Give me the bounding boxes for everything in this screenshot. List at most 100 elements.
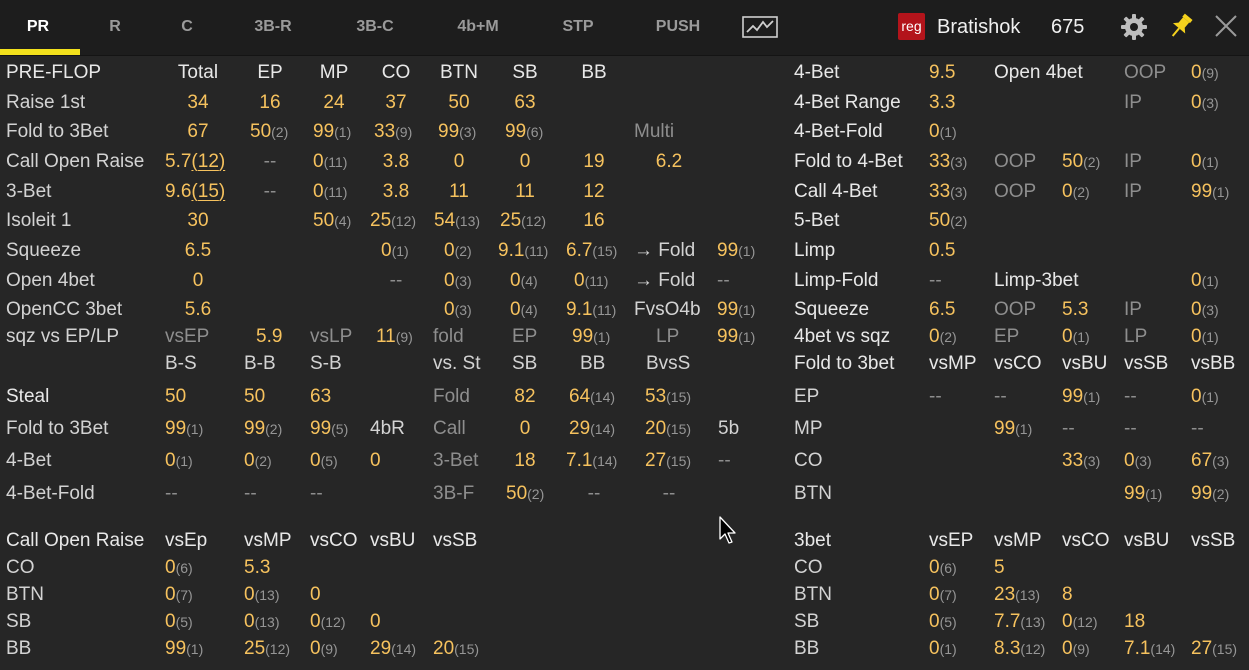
- stat-value: 0(7): [165, 584, 193, 606]
- stat-value: 0(2): [244, 450, 272, 472]
- stat-text: --: [165, 483, 178, 504]
- stat-label: --: [929, 386, 942, 408]
- close-icon[interactable]: [1213, 13, 1239, 39]
- stat-label: Fold to 3Bet: [6, 418, 108, 440]
- stat-text: vs. St: [433, 353, 481, 374]
- stat-value: 6.7(15): [566, 240, 617, 262]
- stat-text: 0: [244, 584, 255, 605]
- stat-value: 0(11): [574, 270, 608, 292]
- sample-size: (1): [939, 124, 957, 140]
- stat-text: --: [929, 270, 942, 291]
- stat-header: vsMP: [994, 530, 1042, 552]
- stat-text: 0: [519, 418, 531, 439]
- stat-text: 0: [929, 638, 940, 659]
- stat-header: 5-Bet: [794, 210, 839, 232]
- stat-text: LP: [1124, 326, 1148, 347]
- stat-text: 0: [370, 450, 381, 471]
- sample-size: (1): [738, 302, 756, 318]
- stat-value: 0(3): [444, 299, 472, 321]
- stat-value: 6.5: [138, 240, 258, 262]
- stat-text: 3.3: [929, 92, 956, 113]
- tab-r[interactable]: R: [75, 0, 155, 55]
- stat-value: 8: [1062, 584, 1073, 606]
- stat-value: 99(2): [1191, 483, 1229, 505]
- stat-text: 7.7: [994, 611, 1021, 632]
- stat-text: 99: [994, 418, 1016, 439]
- stat-value: 0(1): [929, 121, 957, 143]
- stat-text: 33: [1062, 450, 1084, 471]
- sample-size: (15): [1212, 641, 1238, 657]
- stat-header: vsMP: [929, 353, 977, 375]
- stat-text: → Fold: [634, 270, 696, 291]
- stat-header: 4-Bet: [794, 62, 839, 84]
- stat-text: 25: [500, 210, 522, 231]
- stat-text: 0: [929, 326, 940, 347]
- stat-text: 4bet vs sqz: [794, 326, 891, 347]
- tab-push[interactable]: PUSH: [638, 0, 718, 55]
- stat-value: 0(5): [310, 450, 338, 472]
- gear-icon[interactable]: [1120, 13, 1148, 41]
- stat-label: 5b: [718, 418, 739, 440]
- sample-size: (9): [395, 124, 413, 140]
- stat-label: --: [1124, 418, 1137, 440]
- sample-size: (13): [254, 614, 280, 630]
- stat-text: 5-Bet: [794, 210, 840, 231]
- stat-text: 11: [515, 181, 535, 202]
- stat-text: OOP: [994, 151, 1037, 172]
- stat-value: 0(12): [1062, 611, 1097, 633]
- stat-text: 99: [310, 418, 332, 439]
- sample-size: (1): [186, 421, 204, 437]
- stat-value: 33(9): [374, 121, 412, 143]
- stat-value: 0(3): [1124, 450, 1152, 472]
- stat-value: 5.9: [256, 326, 282, 348]
- stat-value: 25(12): [244, 638, 290, 660]
- stat-value: 33(3): [1062, 450, 1100, 472]
- sample-size: (1): [391, 243, 409, 259]
- tab-stp[interactable]: STP: [538, 0, 618, 55]
- sample-size: (9): [1201, 65, 1219, 81]
- stat-text: CO: [6, 557, 35, 578]
- stat-text: 5.9: [256, 326, 283, 347]
- tab-c[interactable]: C: [147, 0, 227, 55]
- stat-text: 0: [1124, 450, 1135, 471]
- stat-label: Call: [433, 418, 466, 440]
- sample-size: (1): [1145, 486, 1163, 502]
- stat-value: 0(13): [244, 584, 279, 606]
- sample-size: (14): [590, 421, 616, 437]
- stat-text: BTN: [794, 483, 832, 504]
- stat-value: 0(5): [165, 611, 193, 633]
- tab-pr[interactable]: PR: [0, 0, 78, 55]
- stat-value: 5: [994, 557, 1005, 579]
- pin-icon[interactable]: [1167, 12, 1195, 42]
- stat-text: 67: [1191, 450, 1213, 471]
- sample-size: (3): [459, 124, 477, 140]
- sample-size: (3): [1201, 302, 1219, 318]
- stat-label: --: [718, 450, 731, 472]
- stat-value: 5.3: [244, 557, 270, 579]
- stat-text: --: [263, 181, 277, 202]
- sample-size: (2): [1072, 184, 1090, 200]
- stat-text: SB: [512, 353, 538, 374]
- stat-text: Call 4-Bet: [794, 181, 878, 202]
- sample-size: (14): [590, 389, 616, 405]
- stat-text: 6.5: [929, 299, 956, 320]
- stat-label: Fold to 3Bet: [6, 121, 108, 143]
- stat-text: BB: [580, 353, 606, 374]
- stat-text: 7.1: [566, 450, 593, 471]
- stat-value: 0(6): [929, 557, 957, 579]
- stat-text: vsBU: [370, 530, 416, 551]
- sample-size: (4): [334, 213, 352, 229]
- stat-text: 30: [187, 210, 209, 231]
- tab-3b-r[interactable]: 3B-R: [233, 0, 313, 55]
- chart-icon[interactable]: [742, 16, 778, 38]
- stat-text: 19: [583, 151, 605, 172]
- tab-4b-m[interactable]: 4b+M: [438, 0, 518, 55]
- stat-header: vsSB: [1124, 353, 1168, 375]
- stat-text: 5: [994, 557, 1005, 578]
- stat-text: 11: [376, 326, 396, 347]
- stat-header: Call 4-Bet: [794, 181, 877, 203]
- stat-label: BvsS: [646, 353, 690, 375]
- stat-header: Steal: [6, 386, 49, 408]
- tab-3b-c[interactable]: 3B-C: [335, 0, 415, 55]
- stat-text: 0: [165, 450, 176, 471]
